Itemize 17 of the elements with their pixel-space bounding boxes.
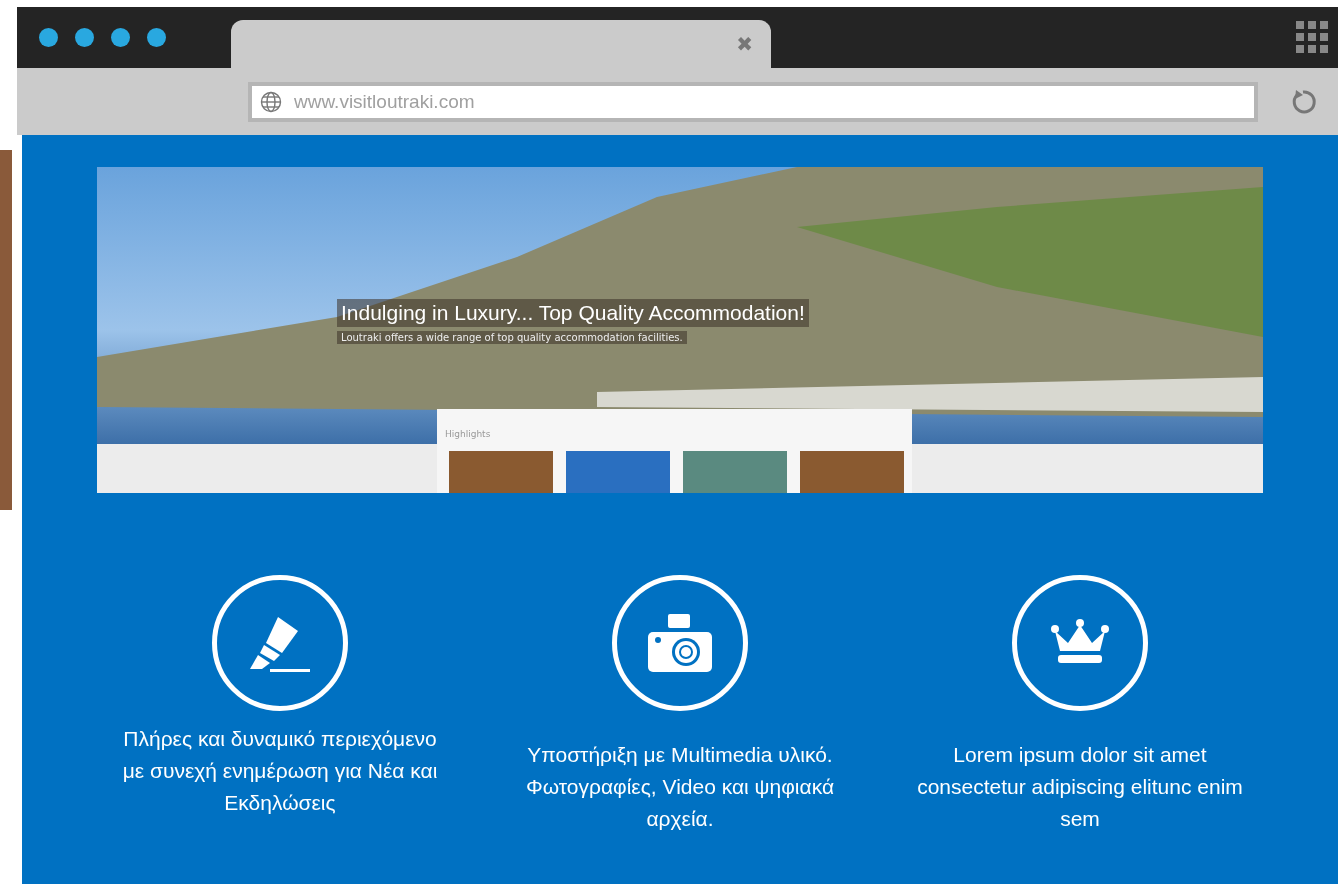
window-dot-icon — [39, 28, 58, 47]
feature-text: Lorem ipsum dolor sit amet consectetur adipiscing elitunc enim sem — [916, 742, 1244, 832]
hero-subtitle: Loutraki offers a wide range of top quality accommodation facilities. — [337, 331, 687, 344]
hero-title: Indulging in Luxury... Top Quality Accommodation! — [337, 299, 809, 327]
address-bar[interactable]: www.visitloutraki.com — [248, 81, 1258, 122]
camera-icon — [648, 614, 712, 672]
close-tab-button[interactable]: ✖ — [736, 32, 753, 56]
browser-tab[interactable]: ✖ — [231, 20, 771, 68]
feature-text: Υποστήριξη με Multimedia υλικό. Φωτογραφίες, Video και ψηφιακά αρχεία. — [524, 742, 836, 832]
apps-grid-icon[interactable] — [1296, 21, 1328, 53]
window-dot-icon — [111, 28, 130, 47]
feature-text: Πλήρες και δυναμικό περιεχόμενο με συνεχή ενημέρωση για Νέα και Εκδηλώσεις — [121, 726, 439, 816]
highlights-label: Highlights — [445, 429, 491, 439]
url-text: www.visitloutraki.com — [294, 90, 475, 113]
window-dot-icon — [147, 28, 166, 47]
window-dot-icon — [75, 28, 94, 47]
globe-icon — [260, 90, 282, 113]
